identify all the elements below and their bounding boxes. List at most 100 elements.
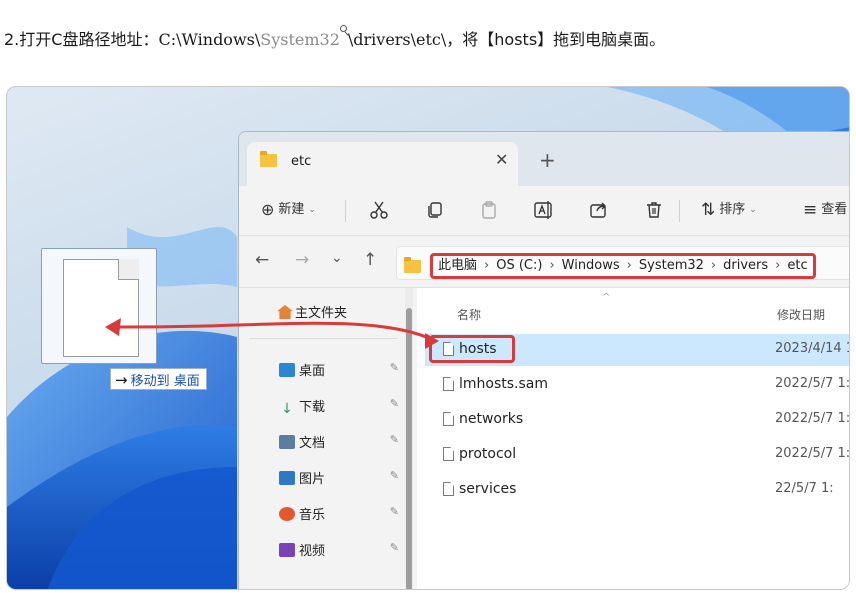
- copy-icon[interactable]: [425, 200, 445, 220]
- sort-ascending-icon: ^: [602, 292, 611, 303]
- sidebar-item-desktop[interactable]: 桌面 ✎: [279, 360, 399, 379]
- sort-icon: ⇅: [701, 200, 716, 220]
- sidebar-item-home[interactable]: 主文件夹: [277, 302, 347, 321]
- sidebar-item-label: 图片: [299, 472, 326, 487]
- file-explorer-window: etc ✕ + ⊕ 新建 ⌄ ⇅ 排序 ⌄ ≡ 查看 ← → ⌄ ↑ 此电脑 ›…: [238, 131, 850, 589]
- breadcrumb-this-pc[interactable]: 此电脑: [438, 258, 477, 273]
- file-name: lmhosts.sam: [459, 376, 549, 392]
- instruction-suffix: ，将【hosts】拖到电脑桌面。: [446, 30, 666, 49]
- path-part-system32: System32: [260, 30, 340, 49]
- cut-icon[interactable]: [369, 200, 389, 220]
- tab-title: etc: [291, 154, 312, 169]
- divider: [679, 200, 680, 222]
- close-tab-icon[interactable]: ✕: [495, 150, 508, 169]
- up-arrow-icon[interactable]: ↑: [363, 250, 377, 270]
- chevron-right-icon: ›: [775, 258, 781, 273]
- folder-icon: [404, 257, 421, 273]
- music-icon: [279, 507, 295, 521]
- pictures-icon: [279, 471, 295, 485]
- sidebar-item-label: 文档: [299, 436, 326, 451]
- sidebar-scrollbar[interactable]: [405, 288, 413, 589]
- breadcrumb-etc[interactable]: etc: [787, 258, 807, 273]
- sidebar-item-music[interactable]: 音乐 ✎: [279, 504, 399, 523]
- file-icon: [443, 482, 454, 496]
- breadcrumb-windows[interactable]: Windows: [562, 258, 620, 273]
- file-icon: [443, 447, 454, 461]
- column-header-name[interactable]: 名称: [457, 306, 481, 323]
- divider: [249, 338, 397, 339]
- file-name: networks: [459, 411, 524, 427]
- tab-bar: etc ✕ +: [239, 132, 849, 186]
- sidebar-item-downloads[interactable]: ↓ 下载 ✎: [279, 396, 399, 416]
- sidebar-item-videos[interactable]: 视频 ✎: [279, 540, 399, 559]
- instruction-prefix: 2.打开C盘路径地址：: [4, 30, 159, 49]
- pin-icon[interactable]: ✎: [390, 541, 399, 554]
- path-part-drivers-etc: \drivers\etc\: [347, 30, 447, 49]
- back-arrow-icon[interactable]: ←: [255, 250, 269, 270]
- navigation-bar: ← → ⌄ ↑ 此电脑 › OS (C:) › Windows › System32 › dri…: [239, 236, 849, 288]
- forward-arrow-icon[interactable]: →: [295, 250, 309, 270]
- column-header-modified[interactable]: 修改日期: [777, 306, 825, 323]
- chevron-right-icon: ›: [549, 258, 555, 273]
- navigation-pane: 主文件夹 桌面 ✎ ↓ 下载 ✎ 文档 ✎ 图片 ✎ 音乐 ✎ 视频 ✎: [239, 288, 413, 589]
- breadcrumb: 此电脑 › OS (C:) › Windows › System32 › drivers › etc: [430, 253, 816, 279]
- plus-circle-icon: ⊕: [261, 200, 275, 219]
- tab-etc[interactable]: etc ✕: [247, 142, 518, 186]
- breadcrumb-os-c[interactable]: OS (C:): [496, 258, 542, 273]
- sort-button[interactable]: ⇅ 排序 ⌄: [701, 198, 757, 220]
- paste-icon[interactable]: [479, 200, 499, 220]
- chevron-right-icon: ›: [484, 258, 490, 273]
- chevron-down-icon: ⌄: [749, 205, 757, 215]
- file-name: protocol: [459, 446, 517, 462]
- breadcrumb-system32[interactable]: System32: [639, 258, 704, 273]
- file-row-services[interactable]: services 22/5/7 1:: [425, 474, 849, 506]
- file-modified: 2022/5/7 1:: [775, 446, 850, 461]
- view-icon: ≡: [803, 200, 818, 220]
- breadcrumb-drivers[interactable]: drivers: [723, 258, 768, 273]
- file-row-protocol[interactable]: protocol 2022/5/7 1:: [425, 439, 850, 471]
- file-name: hosts: [459, 341, 497, 357]
- move-tip-label: 移动到 桌面: [130, 374, 200, 389]
- arrow-right-icon: →: [115, 371, 128, 389]
- pin-icon[interactable]: ✎: [390, 433, 399, 446]
- address-bar[interactable]: 此电脑 › OS (C:) › Windows › System32 › drivers › etc: [396, 246, 849, 280]
- recent-locations-icon[interactable]: ⌄: [331, 250, 343, 266]
- sidebar-item-documents[interactable]: 文档 ✎: [279, 432, 399, 451]
- instruction-text: 2.打开C盘路径地址：C:\Windows\System32 \drivers\e…: [4, 25, 666, 50]
- move-to-desktop-tooltip: → 移动到 桌面: [110, 368, 207, 390]
- command-bar: ⊕ 新建 ⌄ ⇅ 排序 ⌄ ≡ 查看: [239, 186, 849, 236]
- desktop-icon: [279, 363, 295, 377]
- pin-icon[interactable]: ✎: [390, 505, 399, 518]
- scrollbar-thumb[interactable]: [406, 308, 412, 589]
- file-list: 名称 ^ 修改日期 hosts 2023/4/14 1 lmhosts.sam …: [417, 288, 850, 589]
- file-row-networks[interactable]: networks 2022/5/7 1:: [425, 404, 849, 436]
- view-button[interactable]: ≡ 查看: [803, 198, 847, 220]
- sidebar-item-label: 桌面: [299, 364, 326, 379]
- file-modified: 22/5/7 1:: [775, 481, 834, 496]
- document-icon: [279, 435, 295, 449]
- view-label: 查看: [821, 202, 848, 217]
- file-row-hosts[interactable]: hosts 2023/4/14 1: [425, 334, 850, 366]
- sidebar-item-pictures[interactable]: 图片 ✎: [279, 468, 399, 487]
- share-icon[interactable]: [589, 200, 609, 220]
- path-part-windows: C:\Windows\: [158, 30, 261, 49]
- rename-icon[interactable]: [533, 200, 555, 220]
- new-tab-button[interactable]: +: [539, 148, 556, 172]
- pin-icon[interactable]: ✎: [390, 469, 399, 482]
- pin-icon[interactable]: ✎: [390, 361, 399, 374]
- new-button[interactable]: ⊕ 新建 ⌄: [261, 198, 316, 219]
- sidebar-item-label: 音乐: [299, 508, 326, 523]
- file-row-lmhosts[interactable]: lmhosts.sam 2022/5/7 1:: [425, 369, 850, 401]
- home-icon: [277, 305, 293, 319]
- new-label: 新建: [278, 202, 305, 217]
- sidebar-item-label: 视频: [299, 544, 326, 559]
- pin-icon[interactable]: ✎: [390, 397, 399, 410]
- desktop-hosts-file-icon[interactable]: [41, 248, 157, 364]
- download-icon: ↓: [281, 401, 293, 417]
- delete-icon[interactable]: [644, 200, 664, 220]
- divider: [345, 200, 346, 222]
- file-icon: [443, 412, 454, 426]
- file-modified: 2023/4/14 1: [775, 341, 850, 356]
- file-name: services: [459, 481, 517, 497]
- file-modified: 2022/5/7 1:: [775, 376, 850, 391]
